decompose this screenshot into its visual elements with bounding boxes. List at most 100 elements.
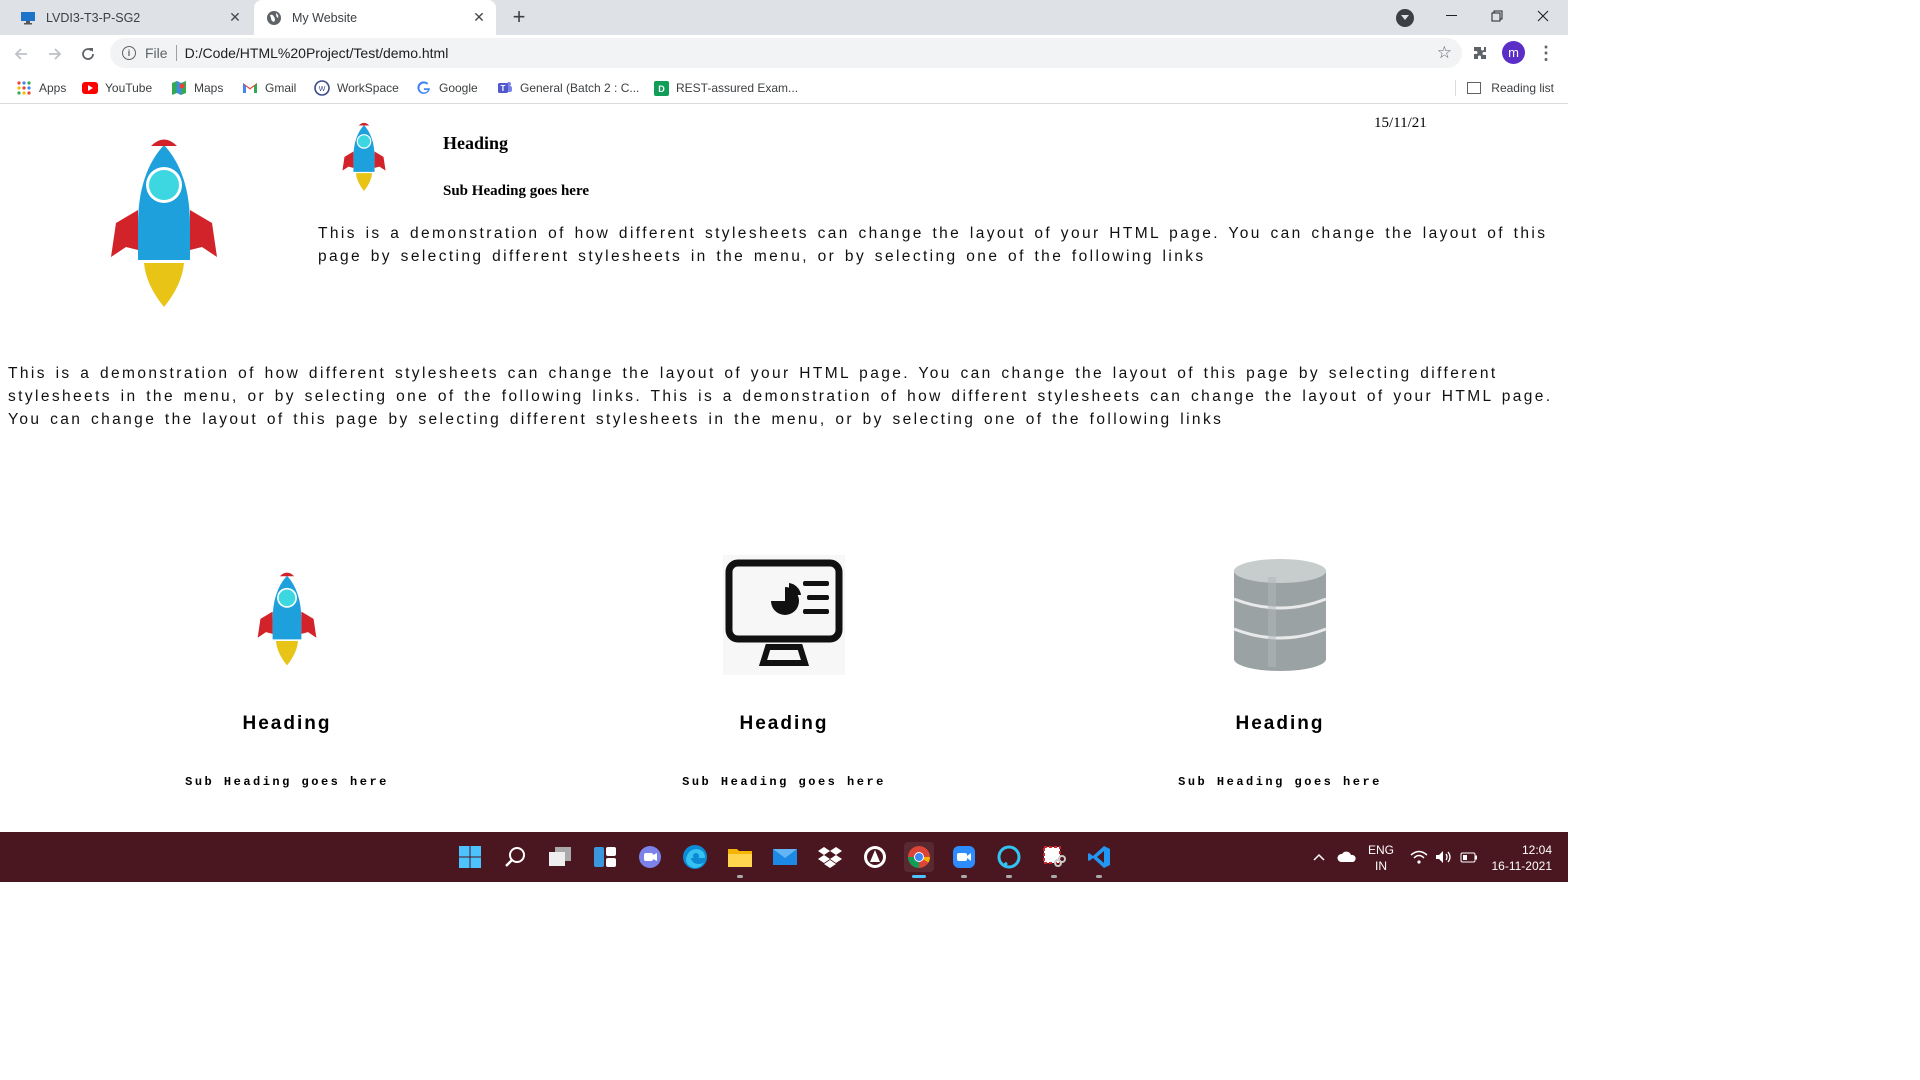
volume-icon[interactable] (1435, 832, 1453, 882)
snipping-tool-icon[interactable] (1039, 842, 1069, 878)
tab-search-icon[interactable] (1396, 9, 1414, 27)
language-indicator[interactable]: ENG IN (1368, 842, 1394, 874)
running-indicator (1006, 875, 1012, 878)
wifi-icon[interactable] (1410, 832, 1428, 882)
bookmark-workspace[interactable]: W WorkSpace (314, 78, 399, 98)
svg-text:D: D (658, 84, 665, 94)
bookmark-star-icon[interactable]: ☆ (1437, 43, 1452, 63)
search-icon[interactable] (500, 842, 530, 872)
svg-text:T: T (501, 84, 506, 93)
feature-card-rocket: Heading Sub Heading goes here (137, 555, 437, 789)
tab-my-website[interactable]: My Website ✕ (254, 0, 496, 35)
bookmark-gmail[interactable]: Gmail (242, 78, 296, 98)
doc-d-icon: D (653, 80, 669, 96)
intro-paragraph: This is a demonstration of how different… (318, 225, 1548, 265)
menu-kebab-icon[interactable]: ⋮ (1537, 41, 1555, 65)
battery-icon[interactable] (1460, 832, 1478, 882)
bookmark-label: WorkSpace (337, 81, 399, 95)
page-content: Heading Sub Heading goes here 15/11/21 T… (0, 105, 1568, 832)
restore-icon[interactable] (1474, 0, 1520, 32)
page-date: 15/11/21 (1374, 115, 1427, 131)
card-subheading: Sub Heading goes here (682, 775, 886, 789)
card-heading: Heading (739, 713, 829, 734)
card-heading: Heading (242, 713, 332, 734)
reload-icon[interactable] (75, 41, 101, 67)
app-icon[interactable] (860, 842, 890, 872)
tab-title: LVDI3-T3-P-SG2 (46, 10, 141, 25)
chevron-up-icon[interactable] (1312, 832, 1326, 882)
vscode-icon[interactable] (1084, 842, 1114, 878)
chat-icon[interactable] (635, 842, 665, 872)
close-icon[interactable]: ✕ (224, 7, 246, 29)
feature-card-database: Heading Sub Heading goes here (1130, 555, 1430, 789)
running-indicator (1096, 875, 1102, 878)
mail-icon[interactable] (770, 842, 800, 872)
bookmark-rest-assured[interactable]: D REST-assured Exam... (653, 78, 798, 98)
clock-date: 16-11-2021 (1491, 859, 1553, 873)
url-scheme: File (145, 45, 168, 61)
region-code: IN (1375, 859, 1387, 873)
bookmark-maps[interactable]: Maps (171, 78, 223, 98)
info-icon[interactable]: i (122, 46, 136, 60)
bookmark-label: Gmail (265, 81, 297, 95)
svg-text:W: W (319, 86, 326, 93)
bookmark-youtube[interactable]: YouTube (82, 78, 152, 98)
bookmark-label: Google (439, 81, 478, 95)
running-indicator (1051, 875, 1057, 878)
bookmark-apps[interactable]: Apps (16, 78, 66, 98)
teams-icon: T (497, 80, 513, 96)
task-view-icon[interactable] (545, 842, 575, 872)
monitor-chart-icon (634, 555, 934, 675)
reading-list-icon (1467, 82, 1482, 94)
new-tab-button[interactable]: + (506, 4, 532, 29)
back-icon[interactable] (8, 41, 34, 67)
onedrive-icon[interactable] (1337, 832, 1357, 882)
widgets-icon[interactable] (590, 842, 620, 872)
bookmark-label: Apps (39, 81, 67, 95)
divider (175, 45, 177, 61)
language-code: ENG (1368, 843, 1395, 857)
divider (1455, 80, 1456, 96)
card-heading: Heading (1235, 713, 1325, 734)
chrome-icon[interactable] (904, 842, 934, 878)
gmail-icon (242, 80, 258, 96)
active-indicator (912, 875, 926, 878)
start-icon[interactable] (455, 842, 485, 872)
tab-remote-desktop[interactable]: LVDI3-T3-P-SG2 ✕ (8, 0, 252, 35)
rocket-icon (137, 555, 437, 675)
reading-list-button[interactable]: Reading list (1467, 78, 1554, 98)
browser-toolbar: i File D:/Code/HTML%20Project/Test/demo.… (0, 35, 1568, 72)
globe-icon (266, 10, 282, 26)
alexa-icon[interactable] (994, 842, 1024, 878)
running-indicator (961, 875, 967, 878)
forward-icon[interactable] (42, 41, 68, 67)
extensions-icon[interactable] (1470, 43, 1490, 63)
zoom-icon[interactable] (949, 842, 979, 878)
url-text[interactable]: D:/Code/HTML%20Project/Test/demo.html (185, 45, 449, 61)
profile-avatar[interactable]: m (1502, 41, 1525, 64)
tab-title: My Website (292, 10, 358, 25)
card-subheading: Sub Heading goes here (1178, 775, 1382, 789)
window-close-icon[interactable] (1520, 0, 1566, 32)
page-subheading: Sub Heading goes here (443, 183, 589, 199)
youtube-icon (82, 80, 98, 96)
rocket-logo-small (340, 117, 388, 191)
apps-grid-icon (16, 80, 32, 96)
remote-desktop-icon (20, 10, 36, 26)
system-clock[interactable]: 12:04 16-11-2021 (1490, 842, 1553, 874)
windows-taskbar: ENG IN 12:04 16-11-2021 (0, 832, 1568, 882)
clock-time: 12:04 (1521, 843, 1552, 857)
bookmark-teams-general[interactable]: T General (Batch 2 : C... (497, 78, 639, 98)
bookmark-google[interactable]: Google (416, 78, 478, 98)
minimize-icon[interactable] (1428, 0, 1474, 32)
close-icon[interactable]: ✕ (468, 7, 490, 29)
file-explorer-icon[interactable] (725, 842, 755, 878)
dropbox-icon[interactable] (815, 842, 845, 872)
address-bar[interactable]: i File D:/Code/HTML%20Project/Test/demo.… (110, 38, 1462, 68)
card-subheading: Sub Heading goes here (185, 775, 389, 789)
bookmarks-bar: Apps YouTube Maps Gmail W WorkSpace Goog… (0, 72, 1568, 104)
edge-icon[interactable] (680, 842, 710, 872)
database-icon (1130, 555, 1430, 675)
reading-list-label: Reading list (1491, 81, 1554, 95)
running-indicator (737, 875, 743, 878)
